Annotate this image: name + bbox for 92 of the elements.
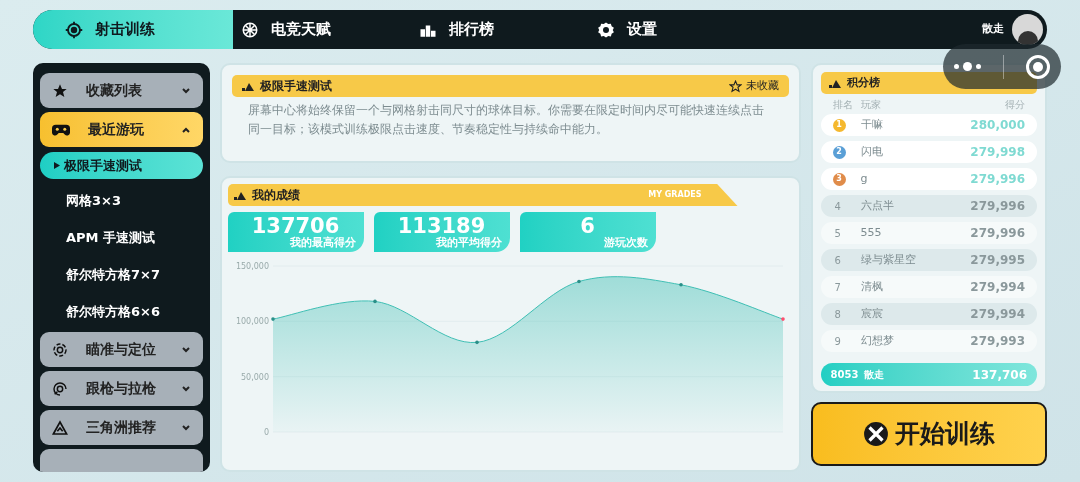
y-tick-label: 50,000 bbox=[240, 372, 269, 382]
y-tick-label: 150,000 bbox=[235, 262, 269, 271]
player-name: 幻想梦 bbox=[860, 332, 895, 349]
player-name: 清枫 bbox=[860, 278, 884, 295]
favorite-button[interactable]: 未收藏 bbox=[728, 77, 779, 95]
score: 279,996 bbox=[970, 171, 1025, 188]
score: 279,994 bbox=[970, 279, 1025, 296]
grades-subtitle: MY GRADES bbox=[648, 189, 702, 201]
nav-tab[interactable]: 电竞天赋 bbox=[233, 10, 411, 49]
data-point bbox=[576, 279, 581, 284]
score: 279,996 bbox=[970, 225, 1025, 242]
mountain-mark-icon bbox=[828, 78, 841, 88]
logo-icon bbox=[862, 421, 889, 447]
close-icon[interactable] bbox=[1026, 54, 1050, 79]
data-point bbox=[678, 283, 683, 287]
stat-label: 游玩次数 bbox=[603, 237, 648, 248]
data-point bbox=[270, 317, 275, 321]
player-name: 干嘛 bbox=[860, 116, 884, 133]
leaderboard-title: 积分榜 bbox=[846, 74, 880, 91]
category-item[interactable]: 最近游玩 bbox=[40, 112, 203, 147]
player-name: 六点半 bbox=[860, 197, 895, 214]
player-name: 宸宸 bbox=[860, 305, 884, 322]
rank-number: 8 bbox=[833, 307, 842, 322]
category-item[interactable]: 三角洲推荐 bbox=[40, 410, 203, 445]
game-item[interactable]: 极限手速测试 bbox=[40, 152, 203, 179]
mode-description: 屏幕中心将始终保留一个与网格射击同尺寸的球体目标。你需要在限定时间内尽可能快速连续点击同一目标；该模式训练极限点击速度、节奏稳定性与持续命中能力。 bbox=[246, 102, 765, 138]
score: 279,996 bbox=[970, 198, 1025, 215]
score: 279,995 bbox=[970, 252, 1025, 269]
chevron-icon bbox=[180, 383, 191, 394]
nav-tab[interactable]: 排行榜 bbox=[411, 10, 589, 49]
column-header: 得分 bbox=[1005, 97, 1025, 112]
game-item[interactable]: APM 手速测试 bbox=[40, 221, 203, 254]
play-icon bbox=[54, 162, 60, 169]
start-training-button[interactable]: 开始训练 bbox=[810, 402, 1047, 466]
grades-title: 我的成绩 bbox=[251, 187, 301, 204]
score: 279,994 bbox=[970, 306, 1025, 323]
nav-tab[interactable]: 设置 bbox=[589, 10, 767, 49]
mountain-mark-icon bbox=[241, 81, 254, 91]
avatar[interactable] bbox=[1012, 14, 1043, 45]
stat-value: 6 bbox=[580, 216, 595, 237]
stat-label: 我的最高得分 bbox=[289, 237, 356, 248]
rank-number: 7 bbox=[833, 280, 842, 295]
column-header: 排名 bbox=[832, 97, 854, 112]
nav-tab[interactable]: 射击训练 bbox=[33, 10, 233, 49]
chevron-icon bbox=[180, 344, 191, 355]
score: 280,000 bbox=[970, 117, 1025, 134]
category-item[interactable]: 瞄准与定位 bbox=[40, 332, 203, 367]
column-header: 玩家 bbox=[860, 97, 882, 112]
data-point bbox=[372, 299, 377, 304]
star-icon bbox=[728, 79, 742, 93]
username: 散走 bbox=[982, 21, 1004, 38]
chevron-icon bbox=[180, 422, 191, 433]
player-name: 绿与紫星空 bbox=[860, 251, 917, 268]
score: 279,993 bbox=[970, 333, 1025, 350]
rank-number: 6 bbox=[833, 253, 842, 268]
gamepad-icon bbox=[52, 122, 70, 137]
target-icon bbox=[52, 341, 68, 358]
player-name: 555 bbox=[860, 224, 883, 241]
data-point bbox=[474, 340, 479, 345]
y-tick-label: 100,000 bbox=[235, 317, 269, 327]
rank-number: 4 bbox=[833, 199, 842, 214]
category-item[interactable]: 跟枪与拉枪 bbox=[40, 371, 203, 406]
medal-badge: 3 bbox=[832, 172, 846, 186]
rank-number: 9 bbox=[833, 334, 842, 349]
player-name: 闪电 bbox=[860, 143, 884, 160]
stat-value: 137706 bbox=[251, 216, 340, 237]
data-point bbox=[780, 317, 785, 321]
rank-number: 5 bbox=[833, 226, 842, 241]
swirl-icon bbox=[52, 380, 68, 397]
player-name: g bbox=[860, 170, 869, 187]
medal-badge: 2 bbox=[832, 145, 846, 159]
mode-title: 极限手速测试 bbox=[259, 78, 333, 95]
my-score: 137,706 bbox=[972, 366, 1027, 384]
more-icon[interactable] bbox=[954, 62, 981, 71]
game-item[interactable]: 网格3×3 bbox=[40, 184, 203, 217]
y-tick-label: 0 bbox=[263, 428, 269, 437]
stat-label: 我的平均得分 bbox=[435, 237, 502, 248]
star-icon bbox=[52, 82, 68, 99]
ball-icon bbox=[241, 20, 259, 39]
game-item[interactable]: 舒尔特方格7×7 bbox=[40, 258, 203, 291]
crosshair-icon bbox=[65, 20, 83, 39]
mountain-mark-icon bbox=[233, 190, 246, 200]
medal-badge: 1 bbox=[832, 118, 846, 132]
my-rank: 8053 bbox=[830, 368, 859, 382]
game-item[interactable]: 舒尔特方格6×6 bbox=[40, 295, 203, 328]
score: 279,998 bbox=[970, 144, 1025, 161]
stat-value: 113189 bbox=[397, 216, 486, 237]
chevron-icon bbox=[180, 85, 191, 96]
category-item[interactable]: 收藏列表 bbox=[40, 73, 203, 108]
mountain-icon bbox=[52, 419, 68, 436]
my-name: 散走 bbox=[864, 368, 886, 382]
settings-icon bbox=[597, 20, 615, 39]
